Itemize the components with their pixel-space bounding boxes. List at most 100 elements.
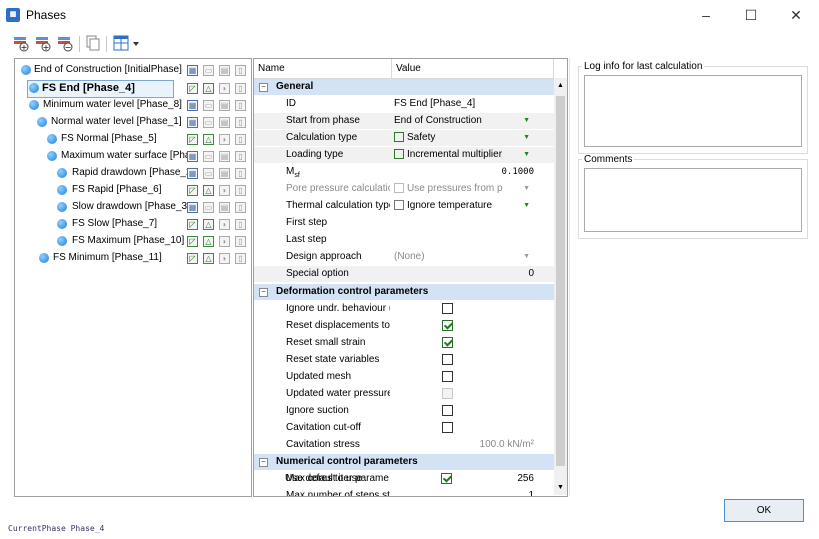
dropdown-value: (None) xyxy=(394,251,425,262)
comments-textbox[interactable] xyxy=(584,168,802,232)
phase-status-icon xyxy=(57,185,67,195)
view-options-icon[interactable] xyxy=(112,34,142,52)
tree-item-fs-slow[interactable]: FS Slow [Phase_7] xyxy=(15,216,251,232)
loading-icon: ▭ xyxy=(203,168,214,179)
phase-label: FS Slow [Phase_7] xyxy=(72,218,158,229)
delete-phase-icon[interactable]: − xyxy=(56,34,74,52)
phase-status-icon xyxy=(57,202,67,212)
phase-label: Rapid drawdown [Phase_2 xyxy=(72,167,187,178)
prop-pore-pressure: Pore pressure calculation ty Use pressur… xyxy=(254,181,554,197)
plastic-icon: ▦ xyxy=(187,168,198,179)
loading-icon: ▭ xyxy=(203,151,214,162)
tree-item-slow-drawdown[interactable]: Slow drawdown [Phase_3] xyxy=(15,199,251,215)
tree-item-fs-maximum[interactable]: FS Maximum [Phase_10] xyxy=(15,233,251,249)
minimize-button[interactable]: – xyxy=(691,4,721,26)
category-general[interactable]: − General xyxy=(254,79,554,95)
copy-icon[interactable] xyxy=(84,34,102,52)
log-textbox[interactable] xyxy=(584,75,802,147)
special-option-input[interactable]: 0 xyxy=(394,266,534,282)
msf-input[interactable]: 0.1000 xyxy=(394,164,534,180)
thermal-icon: ▯ xyxy=(235,202,246,213)
tree-item-maximum-water-surface[interactable]: Maximum water surface [Pha xyxy=(15,148,251,164)
add-phase-icon[interactable]: + xyxy=(12,34,30,52)
category-deformation[interactable]: − Deformation control parameters xyxy=(254,284,554,300)
chevron-down-icon[interactable]: ▼ xyxy=(523,130,530,146)
status-line: CurrentPhase Phase_4 xyxy=(8,524,105,533)
category-numerical[interactable]: − Numerical control parameters xyxy=(254,454,554,470)
prop-label: Calculation type xyxy=(286,132,358,143)
design-approach-dropdown[interactable]: (None) ▼ xyxy=(394,249,534,265)
tree-item-fs-end[interactable]: FS End [Phase_4] xyxy=(15,80,251,96)
ok-button[interactable]: OK xyxy=(724,499,804,522)
tree-item-fs-rapid[interactable]: FS Rapid [Phase_6] xyxy=(15,182,251,198)
reset-displacements-checkbox[interactable] xyxy=(442,320,453,331)
prop-value[interactable]: FS End [Phase_4] xyxy=(394,96,534,112)
loading-type-dropdown[interactable]: Incremental multiplier ▼ xyxy=(394,147,534,163)
ignore-suction-checkbox[interactable] xyxy=(442,405,453,416)
maximize-button[interactable]: ☐ xyxy=(736,4,766,26)
tree-item-minimum-water-level[interactable]: Minimum water level [Phase_8] xyxy=(15,97,251,113)
safety-icon xyxy=(394,132,404,142)
svg-text:+: + xyxy=(21,43,28,52)
close-button[interactable]: ✕ xyxy=(781,4,811,26)
chevron-down-icon[interactable]: ▼ xyxy=(523,249,530,265)
plastic-icon: ▦ xyxy=(187,202,198,213)
vertical-scrollbar[interactable]: ▲ ▼ xyxy=(554,78,567,495)
phase-label: FS Rapid [Phase_6] xyxy=(72,184,162,195)
default-iter-checkbox[interactable] xyxy=(441,473,452,484)
chevron-down-icon[interactable]: ▼ xyxy=(523,198,530,214)
updated-mesh-checkbox[interactable] xyxy=(442,371,453,382)
property-grid[interactable]: Name Value − General ID FS End [Phase_4]… xyxy=(253,58,568,497)
thermal-dropdown[interactable]: Ignore temperature ▼ xyxy=(394,198,534,214)
scroll-down-icon[interactable]: ▼ xyxy=(557,484,564,491)
start-phase-dropdown[interactable]: End of Construction ▼ xyxy=(394,113,534,129)
prop-label: Use default iter parameter: xyxy=(285,473,389,484)
thermal-icon: ▯ xyxy=(235,253,246,264)
insert-phase-icon[interactable]: + xyxy=(34,34,52,52)
toolbar-separator xyxy=(106,36,107,52)
prop-label: Last step xyxy=(286,234,327,245)
cavitation-cutoff-checkbox[interactable] xyxy=(442,422,453,433)
prop-label: Max number of steps store xyxy=(286,490,390,497)
ignore-undr-checkbox[interactable] xyxy=(442,303,453,314)
pore-pressure-icon: ▤ xyxy=(219,151,230,162)
water-icon: ◗ xyxy=(219,83,230,94)
calculation-type-dropdown[interactable]: Safety ▼ xyxy=(394,130,534,146)
svg-text:−: − xyxy=(65,43,72,52)
prop-id: ID FS End [Phase_4] xyxy=(254,96,554,112)
pore-pressure-dropdown: Use pressures from p ▼ xyxy=(394,181,534,197)
collapse-toggle[interactable]: − xyxy=(259,288,268,297)
safety-icon: ◸ xyxy=(187,83,198,94)
collapse-toggle[interactable]: − xyxy=(259,458,268,467)
plastic-icon: ▦ xyxy=(187,117,198,128)
pore-pressure-icon xyxy=(394,183,404,193)
prop-label: Design approach xyxy=(286,251,362,262)
tree-item-rapid-drawdown[interactable]: Rapid drawdown [Phase_2 xyxy=(15,165,251,181)
water-icon: ◗ xyxy=(219,236,230,247)
tree-item-fs-normal[interactable]: FS Normal [Phase_5] xyxy=(15,131,251,147)
tree-item-initial-phase[interactable]: End of Construction [InitialPhase] xyxy=(15,62,251,78)
phase-tree[interactable]: End of Construction [InitialPhase] FS En… xyxy=(14,58,252,497)
reset-small-strain-checkbox[interactable] xyxy=(442,337,453,348)
toolbar: + + − xyxy=(0,30,819,56)
comments-label: Comments xyxy=(582,154,635,165)
prop-updated-mesh: Updated mesh xyxy=(254,369,554,385)
scrollbar-thumb[interactable] xyxy=(556,96,565,466)
safety-icon: ◸ xyxy=(187,185,198,196)
chevron-down-icon[interactable]: ▼ xyxy=(523,147,530,163)
scroll-up-icon[interactable]: ▲ xyxy=(557,82,564,89)
loading-icon: ▭ xyxy=(203,100,214,111)
thermal-icon: ▯ xyxy=(235,83,246,94)
max-steps-input[interactable]: 1 xyxy=(394,488,534,496)
collapse-toggle[interactable]: − xyxy=(259,83,268,92)
reset-state-checkbox[interactable] xyxy=(442,354,453,365)
prop-thermal-calc: Thermal calculation type Ignore temperat… xyxy=(254,198,554,214)
tree-item-normal-water-level[interactable]: Normal water level [Phase_1] xyxy=(15,114,251,130)
phase-label: End of Construction [InitialPhase] xyxy=(34,64,182,75)
phase-label: Slow drawdown [Phase_3] xyxy=(72,201,187,212)
phase-label: FS Minimum [Phase_11] xyxy=(53,252,162,263)
chevron-down-icon[interactable]: ▼ xyxy=(523,113,530,129)
tree-item-fs-minimum[interactable]: FS Minimum [Phase_11] xyxy=(15,250,251,266)
toolbar-separator xyxy=(79,36,80,52)
log-label: Log info for last calculation xyxy=(582,61,705,72)
